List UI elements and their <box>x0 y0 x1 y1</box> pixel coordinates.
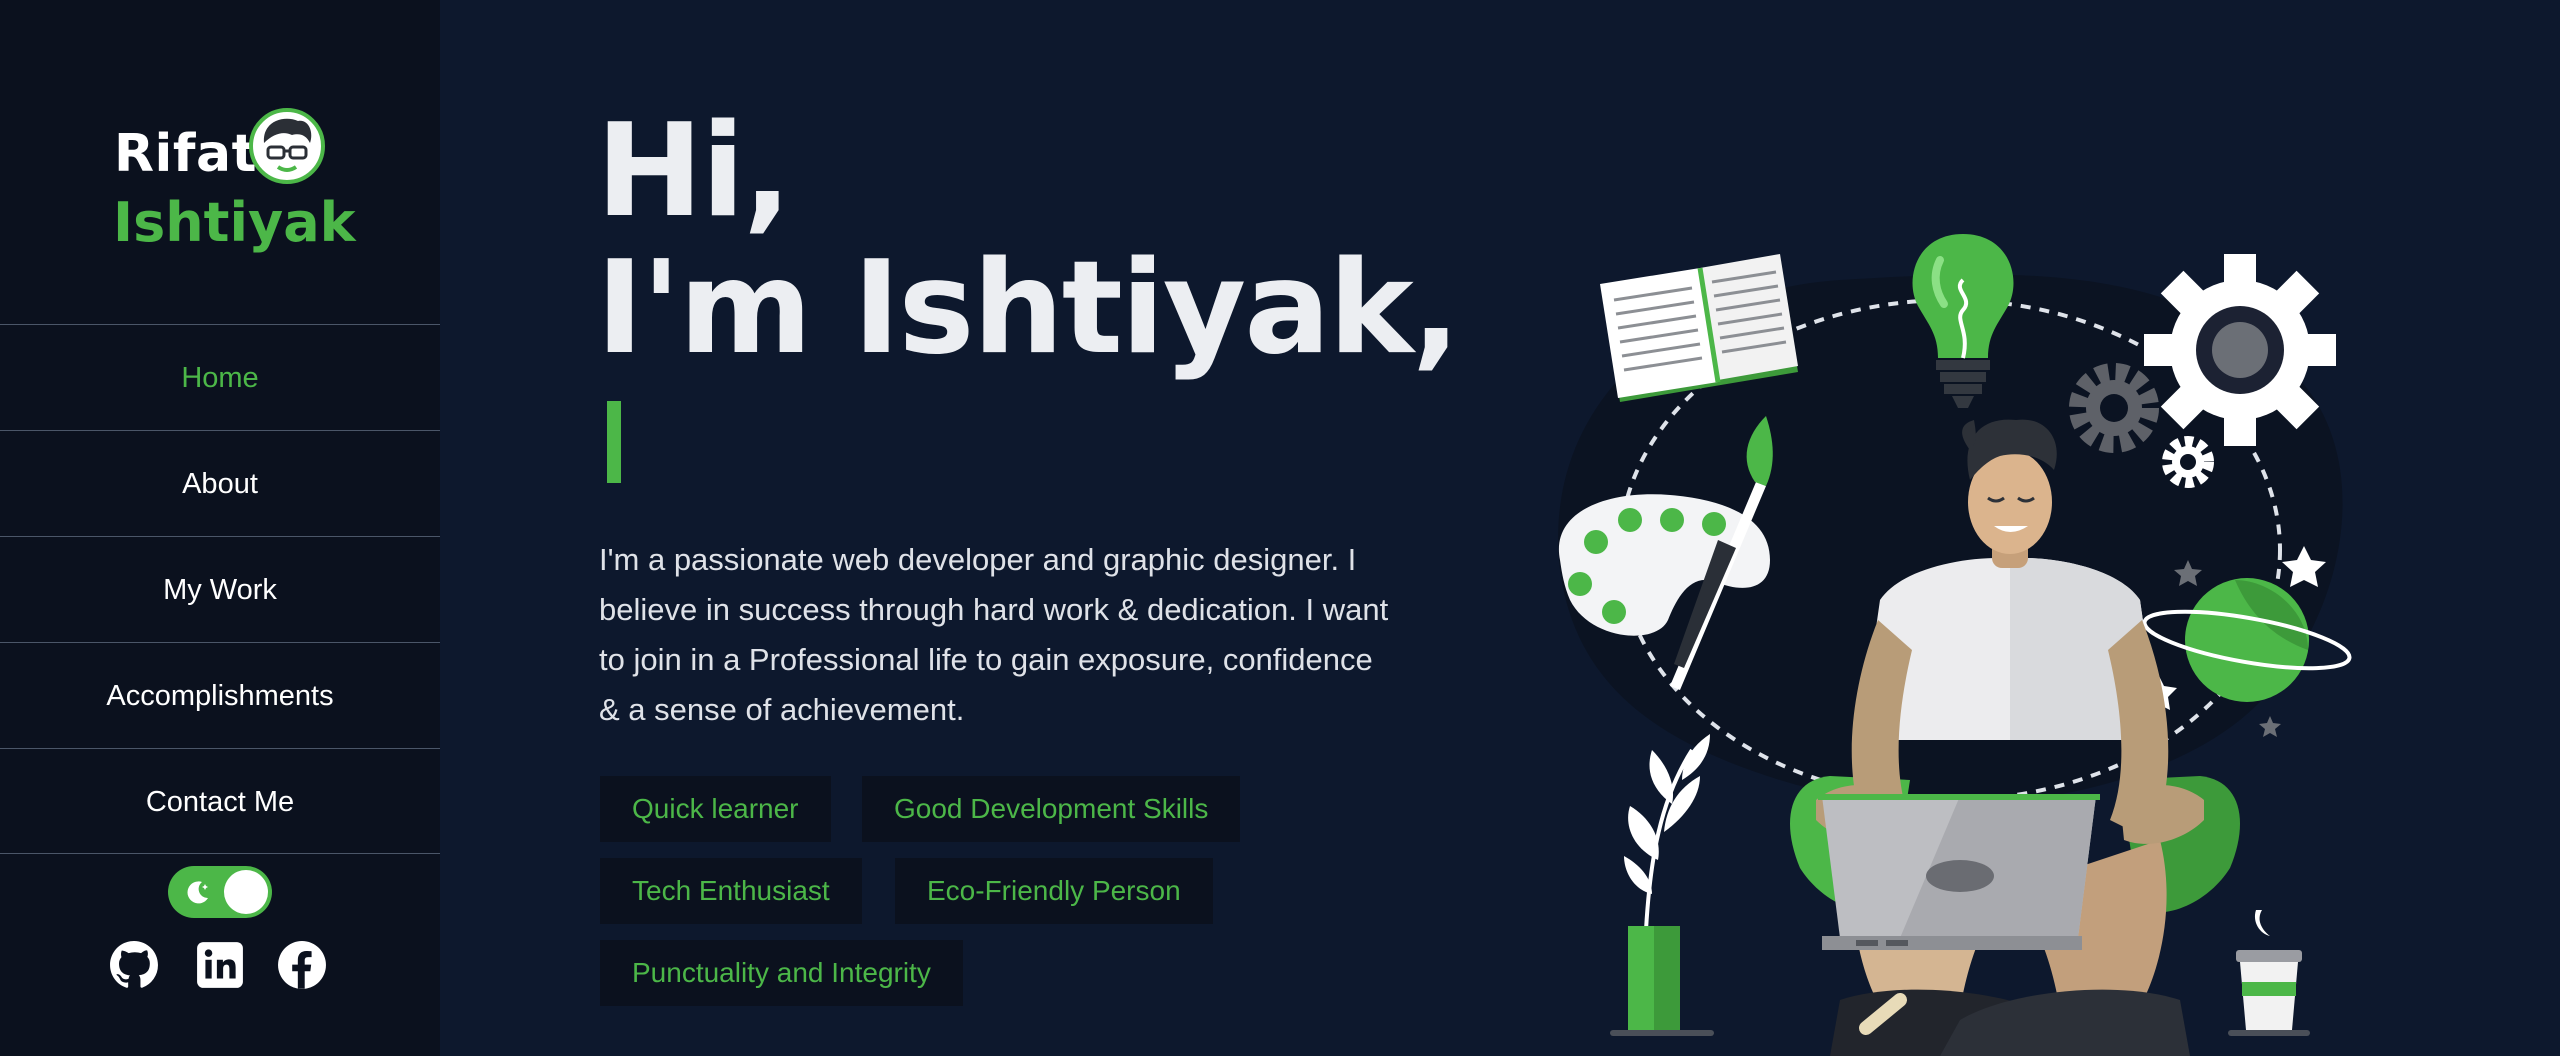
facebook-icon[interactable] <box>277 940 327 990</box>
sidebar: Rifat Ishtiyak Home About My Work Accomp… <box>0 0 440 1056</box>
gear-icon <box>2162 436 2214 488</box>
main-nav: Home About My Work Accomplishments Conta… <box>0 324 440 854</box>
coffee-cup-icon <box>2228 910 2310 1036</box>
typing-cursor <box>607 401 621 483</box>
moon-icon <box>187 881 208 904</box>
skill-chip[interactable]: Punctuality and Integrity <box>600 940 963 1006</box>
logo-last-name: Ishtiyak <box>113 191 356 254</box>
linkedin-icon[interactable] <box>195 940 245 990</box>
skill-chip[interactable]: Good Development Skills <box>862 776 1241 842</box>
nav-item-home[interactable]: Home <box>0 324 440 430</box>
developer-illustration <box>1558 234 2352 1056</box>
theme-toggle[interactable] <box>168 866 272 918</box>
star-icon <box>2259 716 2281 737</box>
github-icon[interactable] <box>109 940 159 990</box>
nav-item-contact-me[interactable]: Contact Me <box>0 748 440 854</box>
plant-icon <box>1610 734 1714 1036</box>
site-logo[interactable]: Rifat Ishtiyak <box>0 0 440 325</box>
gear-icon <box>2069 363 2159 453</box>
logo-first-name: Rifat <box>114 124 257 184</box>
skill-chip[interactable]: Tech Enthusiast <box>600 858 862 924</box>
hero-name-line: I'm Ishtiyak, <box>596 234 1460 383</box>
toggle-knob[interactable] <box>224 870 268 914</box>
nav-item-about[interactable]: About <box>0 430 440 536</box>
gear-icon <box>2144 254 2336 446</box>
skill-chip[interactable]: Quick learner <box>600 776 831 842</box>
skill-chip[interactable]: Eco-Friendly Person <box>895 858 1213 924</box>
avatar-glasses-icon <box>249 108 325 184</box>
nav-item-accomplishments[interactable]: Accomplishments <box>0 642 440 748</box>
intro-paragraph: I'm a passionate web developer and graph… <box>599 542 1389 727</box>
nav-item-my-work[interactable]: My Work <box>0 536 440 642</box>
hero-greeting: Hi, <box>596 97 792 246</box>
